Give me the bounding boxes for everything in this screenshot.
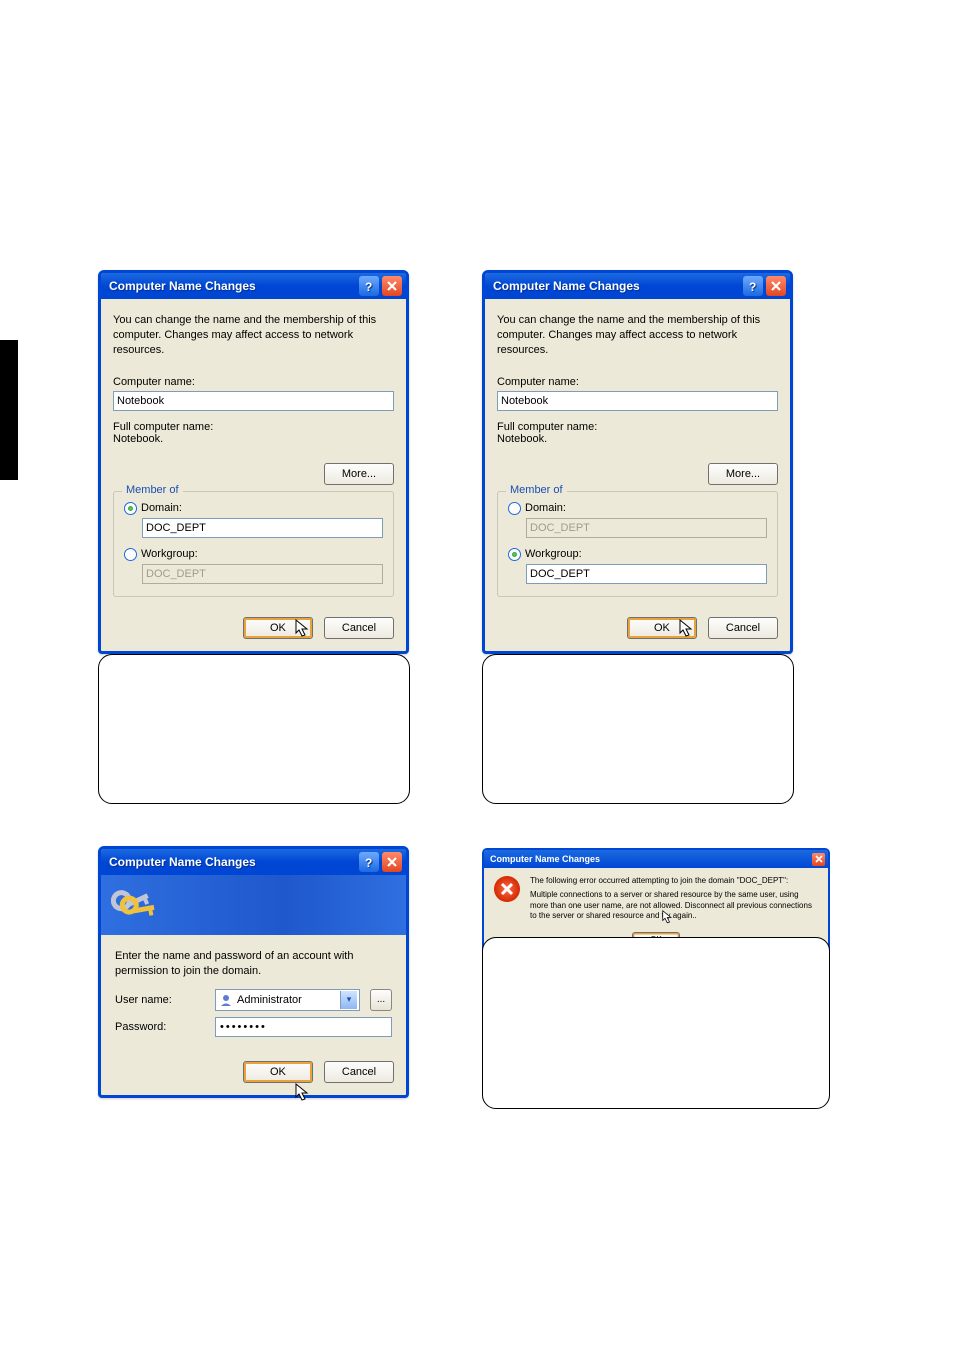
- help-button[interactable]: ?: [743, 276, 763, 296]
- title-text: Computer Name Changes: [493, 279, 743, 293]
- cancel-button[interactable]: Cancel: [324, 1061, 394, 1083]
- full-name-label: Full computer name:: [497, 421, 778, 433]
- cursor-icon: [295, 619, 311, 639]
- cancel-button[interactable]: Cancel: [708, 617, 778, 639]
- ok-button[interactable]: OK: [243, 1061, 313, 1083]
- domain-radio[interactable]: [508, 502, 521, 515]
- more-button[interactable]: More...: [324, 463, 394, 485]
- dialog-computer-name-b: Computer Name Changes ? You can change t…: [482, 270, 793, 654]
- error-line-1: The following error occurred attempting …: [530, 876, 818, 886]
- full-name-value: Notebook.: [497, 433, 778, 445]
- placeholder-box: [482, 654, 794, 804]
- title-text: Computer Name Changes: [490, 854, 812, 864]
- error-line-2: Multiple connections to a server or shar…: [530, 890, 818, 921]
- placeholder-box: [482, 937, 830, 1109]
- username-combo[interactable]: Administrator ▾: [215, 989, 360, 1011]
- full-name-value: Notebook.: [113, 433, 394, 445]
- cursor-icon: [295, 1083, 311, 1103]
- username-label: User name:: [115, 994, 205, 1006]
- password-label: Password:: [115, 1021, 205, 1033]
- computer-name-label: Computer name:: [497, 376, 778, 388]
- close-button[interactable]: [766, 276, 786, 296]
- workgroup-input[interactable]: [526, 564, 767, 584]
- workgroup-input: [142, 564, 383, 584]
- error-icon: [494, 876, 520, 902]
- computer-name-input[interactable]: [497, 391, 778, 411]
- titlebar[interactable]: Computer Name Changes: [484, 850, 828, 868]
- svg-text:?: ?: [749, 280, 756, 292]
- titlebar[interactable]: Computer Name Changes ?: [101, 849, 406, 875]
- keys-icon: [111, 881, 161, 931]
- description-text: You can change the name and the membersh…: [113, 313, 394, 358]
- domain-input[interactable]: [142, 518, 383, 538]
- password-input[interactable]: [215, 1017, 392, 1037]
- computer-name-label: Computer name:: [113, 376, 394, 388]
- full-name-label: Full computer name:: [113, 421, 394, 433]
- workgroup-radio-label: Workgroup:: [525, 548, 582, 560]
- credentials-banner: [101, 875, 406, 935]
- close-button[interactable]: [382, 852, 402, 872]
- close-button[interactable]: [382, 276, 402, 296]
- memberof-legend: Member of: [122, 484, 183, 496]
- cancel-button[interactable]: Cancel: [324, 617, 394, 639]
- titlebar[interactable]: Computer Name Changes ?: [101, 273, 406, 299]
- memberof-group: Member of Domain: Workgroup:: [497, 491, 778, 597]
- cursor-icon: [662, 910, 674, 925]
- workgroup-radio[interactable]: [124, 548, 137, 561]
- workgroup-radio-label: Workgroup:: [141, 548, 198, 560]
- domain-radio-label: Domain:: [141, 502, 182, 514]
- user-icon: [219, 993, 233, 1007]
- workgroup-radio[interactable]: [508, 548, 521, 561]
- domain-radio[interactable]: [124, 502, 137, 515]
- memberof-group: Member of Domain: Workgroup:: [113, 491, 394, 597]
- titlebar[interactable]: Computer Name Changes ?: [485, 273, 790, 299]
- username-value: Administrator: [237, 994, 336, 1006]
- placeholder-box: [98, 654, 410, 804]
- more-button[interactable]: More...: [708, 463, 778, 485]
- description-text: You can change the name and the membersh…: [497, 313, 778, 358]
- credentials-prompt: Enter the name and password of an accoun…: [115, 949, 392, 979]
- help-button[interactable]: ?: [359, 852, 379, 872]
- dialog-computer-name-a: Computer Name Changes ? You can change t…: [98, 270, 409, 654]
- domain-input: [526, 518, 767, 538]
- close-button[interactable]: [812, 853, 825, 866]
- memberof-legend: Member of: [506, 484, 567, 496]
- title-text: Computer Name Changes: [109, 279, 359, 293]
- computer-name-input[interactable]: [113, 391, 394, 411]
- help-button[interactable]: ?: [359, 276, 379, 296]
- domain-radio-label: Domain:: [525, 502, 566, 514]
- svg-text:?: ?: [365, 280, 372, 292]
- browse-button[interactable]: ...: [370, 989, 392, 1011]
- side-black-tab: [0, 340, 18, 480]
- title-text: Computer Name Changes: [109, 855, 359, 869]
- dialog-credentials: Computer Name Changes ? Enter the nam: [98, 846, 409, 1098]
- chevron-down-icon[interactable]: ▾: [340, 991, 357, 1009]
- svg-text:?: ?: [365, 856, 372, 868]
- cursor-icon: [679, 619, 695, 639]
